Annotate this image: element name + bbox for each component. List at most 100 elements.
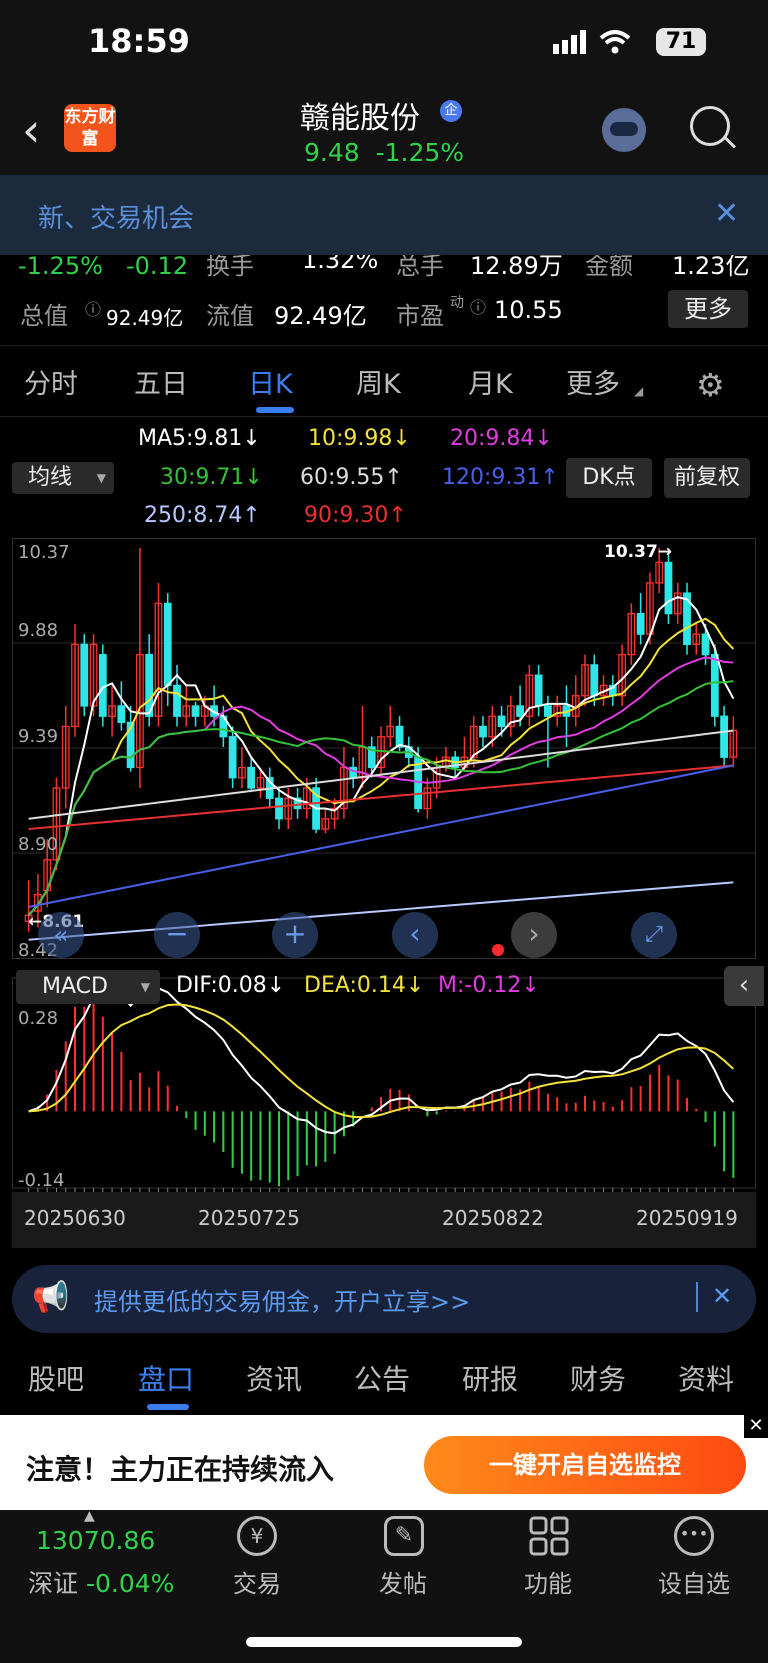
status-time: 18:59 [88, 22, 190, 60]
tab-finance[interactable]: 财务 [570, 1358, 626, 1398]
ad-divider [696, 1282, 698, 1312]
scroll-left-fast-icon[interactable]: « [38, 912, 84, 958]
battery-indicator: 71 [656, 28, 706, 56]
dk-point-button[interactable]: DK点 [566, 458, 652, 498]
info-icon: ⓘ [85, 300, 102, 319]
ad-close-icon[interactable]: ✕ [712, 1282, 732, 1310]
candle-body [191, 705, 200, 717]
forward-adjust-button[interactable]: 前复权 [664, 458, 750, 498]
fullscreen-icon[interactable]: ⤢ [631, 912, 677, 958]
kline-chart[interactable] [12, 538, 756, 1248]
high-marker: 10.37→ [604, 542, 673, 562]
current-price: 9.48 [304, 138, 360, 167]
candle-body [497, 715, 506, 728]
chevron-down-icon: ▼ [96, 471, 106, 485]
dif-line [28, 987, 735, 1135]
macd-axis-top: 0.28 [18, 1008, 59, 1029]
tab-guba[interactable]: 股吧 [28, 1358, 84, 1398]
zoom-in-icon[interactable]: + [272, 912, 318, 958]
post-icon[interactable]: ✎ [384, 1516, 424, 1556]
indicator-select[interactable]: 均线 ▼ [12, 462, 114, 494]
add-watchlist-icon[interactable]: ••• [674, 1516, 714, 1556]
zoom-out-icon[interactable]: − [154, 912, 200, 958]
home-indicator [246, 1637, 522, 1647]
megaphone-icon: 📢 [32, 1280, 70, 1315]
ma120-label: 120:9.31↑ [442, 465, 559, 490]
tab-five-day[interactable]: 五日 [134, 362, 188, 401]
macd-lines [28, 987, 735, 1192]
macd-bars [36, 997, 735, 1187]
macd-select[interactable]: MACD ▼ [16, 970, 160, 1004]
ma250-label: 250:8.74↑ [144, 503, 261, 528]
quote-change-pct: -1.25% [18, 252, 103, 280]
app-logo[interactable]: 东方财富 [64, 104, 116, 152]
price-change-pct: -1.25% [375, 138, 465, 167]
ad-text[interactable]: 提供更低的交易佣金，开户立享>> [94, 1282, 470, 1317]
tab-weekly-k[interactable]: 周K [356, 362, 401, 401]
collapse-panel-icon[interactable]: ‹ [724, 966, 764, 1006]
ma30-label: 30:9.71↓ [160, 465, 263, 490]
expand-up-icon[interactable]: ▲ [84, 1508, 95, 1524]
candle-body [701, 633, 710, 656]
monitor-button[interactable]: 一键开启自选监控 [424, 1436, 746, 1494]
total-value-label: 总值 [20, 302, 68, 330]
tab-daily-k[interactable]: 日K [248, 362, 293, 401]
candle-body [275, 797, 283, 820]
assistant-robot-icon[interactable] [602, 108, 646, 152]
divider [0, 345, 768, 346]
m-label: M:-0.12↓ [438, 973, 540, 998]
scroll-right-icon[interactable]: › [511, 912, 557, 958]
promo-close-icon[interactable]: ✕ [744, 1414, 768, 1438]
index-value[interactable]: 13070.86 [36, 1526, 155, 1555]
more-button[interactable]: 更多 [668, 290, 748, 328]
nav-post[interactable]: 发帖 [379, 1564, 427, 1599]
nav-function[interactable]: 功能 [524, 1564, 572, 1599]
high-marker-value: 10.37 [604, 542, 658, 562]
pe-sup: 动 [450, 295, 464, 311]
tab-profile[interactable]: 资料 [678, 1358, 734, 1398]
candles [24, 548, 738, 932]
candle-body [516, 705, 524, 717]
price-axis-3: 9.39 [18, 726, 59, 747]
date-label-2: 20250725 [198, 1206, 300, 1230]
price-axis-4: 8.90 [18, 834, 59, 855]
search-icon[interactable] [690, 106, 730, 146]
index-line[interactable]: 深证 -0.04% [28, 1564, 174, 1600]
pe-info-icon: ⓘ [470, 298, 487, 317]
candle-body [80, 643, 89, 707]
candle-body [395, 725, 404, 748]
macd-select-label: MACD [42, 974, 108, 999]
tab-research[interactable]: 研报 [462, 1358, 518, 1398]
quote-change: -0.12 [126, 252, 189, 280]
trade-icon[interactable]: ¥ [237, 1516, 277, 1556]
tab-pankou[interactable]: 盘口 [138, 1358, 194, 1398]
promo-text: 注意！主力正在持续流入 [26, 1453, 335, 1486]
tab-monthly-k[interactable]: 月K [468, 362, 513, 401]
candle-body [173, 684, 181, 717]
tab-active-underline [256, 407, 294, 413]
tab-more[interactable]: 更多 [566, 362, 620, 401]
ma10-label: 10:9.98↓ [308, 426, 411, 451]
candle-body [163, 602, 172, 687]
tab-news[interactable]: 资讯 [246, 1358, 302, 1398]
signal-wifi-icons [553, 30, 631, 54]
tab-announcements[interactable]: 公告 [354, 1358, 410, 1398]
price-axis-top: 10.37 [18, 542, 70, 563]
banner-close-icon[interactable]: ✕ [714, 196, 739, 231]
ma250-line [28, 881, 734, 941]
dropdown-icon: ◢ [634, 384, 644, 398]
btab-active-underline [147, 1404, 189, 1410]
candle-body [664, 561, 673, 615]
scroll-left-icon[interactable]: ‹ [392, 912, 438, 958]
total-value: 92.49亿 [106, 306, 184, 330]
tab-intraday[interactable]: 分时 [24, 362, 78, 401]
nav-trade[interactable]: 交易 [233, 1564, 281, 1599]
candle-body [117, 705, 126, 724]
nav-watchlist[interactable]: 设自选 [658, 1564, 730, 1599]
price-line: 9.48 -1.25% [304, 138, 464, 167]
function-grid-icon[interactable] [529, 1516, 569, 1556]
back-icon[interactable]: ‹ [22, 103, 40, 157]
settings-gear-icon[interactable]: ⚙ [696, 366, 725, 404]
indicator-select-label: 均线 [28, 465, 73, 490]
index-name: 深证 [28, 1569, 79, 1598]
